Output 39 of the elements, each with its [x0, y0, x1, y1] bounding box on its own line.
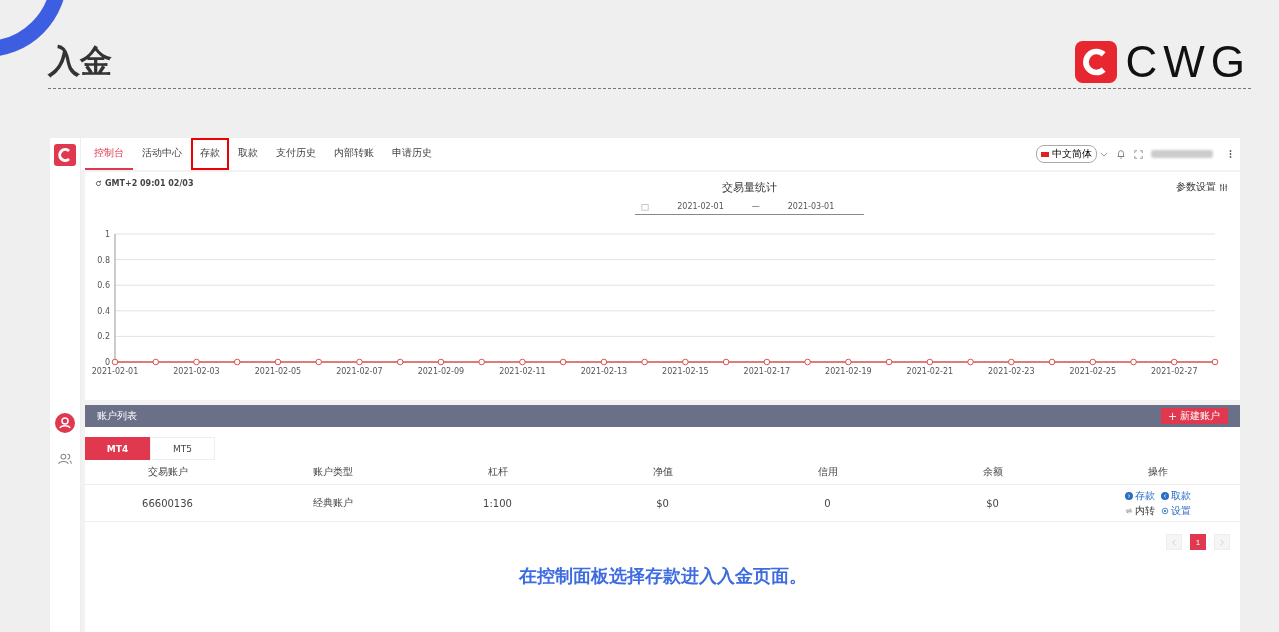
axis-label: 2021-02-11 — [499, 367, 546, 376]
column-header: 杠杆 — [486, 465, 509, 479]
axis-label: 0.2 — [97, 332, 110, 342]
column-header: 净值 — [651, 465, 674, 479]
axis-label: 0.8 — [97, 255, 110, 265]
axis-label: 2021-02-15 — [662, 367, 709, 376]
axis-label: 2021-02-05 — [254, 367, 302, 376]
section-title: 账户列表 — [97, 409, 137, 423]
axis-label: 2021-02-23 — [988, 367, 1035, 376]
table-cell-text: $0 — [655, 497, 670, 509]
table-cell-text: 经典账户 — [311, 496, 354, 510]
axis-label: 2021-02-21 — [906, 367, 954, 376]
update-time: GMT+2 09:01 02/03 — [105, 180, 194, 188]
axis-label: 2021-02-27 — [1151, 367, 1198, 376]
axis-label: 2021-02-09 — [417, 367, 465, 376]
axis-label: 2021-02-25 — [1069, 367, 1117, 376]
column-header: 余额 — [981, 465, 1004, 479]
slide-title: 入金 — [48, 41, 112, 82]
chart-title: 交易量统计 — [722, 180, 778, 195]
table-cell-text: 66600136 — [141, 497, 194, 509]
column-header: 账户类型 — [311, 465, 354, 479]
brand-name: CWG — [1125, 40, 1251, 84]
axis-label: 2021-02-19 — [825, 367, 872, 376]
table-cell-text: 1:100 — [482, 497, 513, 509]
axis-label: 0.6 — [97, 281, 110, 291]
axis-label: 2021-02-13 — [580, 367, 628, 376]
axis-label: 2021-02-01 — [91, 367, 139, 376]
axis-label: 2021-02-03 — [173, 367, 220, 376]
axis-label: 2021-02-07 — [336, 367, 383, 376]
column-header: 信用 — [816, 465, 839, 479]
axis-label: 2021-02-17 — [743, 367, 791, 376]
axis-label: 0 — [104, 358, 110, 367]
table-cell-text: 0 — [823, 497, 832, 509]
column-header: 交易账户 — [146, 465, 189, 479]
caption: 在控制面板选择存款进入入金页面。 — [517, 564, 808, 588]
axis-label: 0.4 — [97, 306, 110, 316]
axis-label: 1 — [104, 230, 110, 239]
column-header: 操作 — [1146, 465, 1169, 479]
table-cell-text: $0 — [985, 497, 1000, 509]
